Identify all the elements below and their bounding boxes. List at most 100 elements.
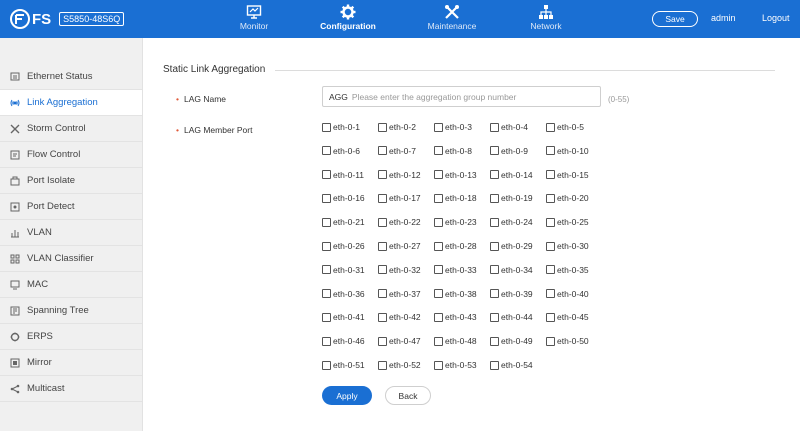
port-checkbox[interactable] [378, 360, 387, 370]
port-checkbox[interactable] [490, 336, 499, 346]
port-checkbox[interactable] [434, 146, 443, 156]
port-checkbox-item[interactable]: eth-0-10 [546, 146, 589, 156]
port-checkbox[interactable] [490, 289, 499, 299]
port-checkbox[interactable] [434, 170, 443, 180]
port-checkbox[interactable] [378, 312, 387, 322]
port-checkbox-item[interactable]: eth-0-43 [434, 312, 477, 322]
port-checkbox-item[interactable]: eth-0-35 [546, 265, 589, 275]
port-checkbox[interactable] [378, 193, 387, 203]
port-checkbox-item[interactable]: eth-0-8 [434, 146, 472, 156]
port-checkbox[interactable] [378, 241, 387, 251]
port-checkbox-item[interactable]: eth-0-6 [322, 146, 360, 156]
port-checkbox-item[interactable]: eth-0-30 [546, 241, 589, 251]
port-checkbox-item[interactable]: eth-0-47 [378, 336, 421, 346]
port-checkbox-item[interactable]: eth-0-46 [322, 336, 365, 346]
port-checkbox[interactable] [546, 312, 555, 322]
sidebar-item-spanning-tree[interactable]: Spanning Tree [0, 298, 142, 324]
nav-configuration[interactable]: Configuration [308, 0, 388, 38]
port-checkbox[interactable] [546, 217, 555, 227]
port-checkbox-item[interactable]: eth-0-2 [378, 122, 416, 132]
port-checkbox[interactable] [490, 312, 499, 322]
port-checkbox[interactable] [322, 336, 331, 346]
port-checkbox-item[interactable]: eth-0-3 [434, 122, 472, 132]
port-checkbox[interactable] [322, 146, 331, 156]
port-checkbox[interactable] [546, 336, 555, 346]
sidebar-item-vlan[interactable]: VLAN [0, 220, 142, 246]
port-checkbox-item[interactable]: eth-0-50 [546, 336, 589, 346]
port-checkbox-item[interactable]: eth-0-5 [546, 122, 584, 132]
port-checkbox-item[interactable]: eth-0-36 [322, 289, 365, 299]
user-name[interactable]: admin [711, 13, 736, 23]
sidebar-item-vlan-classifier[interactable]: VLAN Classifier [0, 246, 142, 272]
port-checkbox[interactable] [434, 312, 443, 322]
port-checkbox[interactable] [322, 265, 331, 275]
port-checkbox-item[interactable]: eth-0-24 [490, 217, 533, 227]
nav-maintenance[interactable]: Maintenance [412, 0, 492, 38]
port-checkbox[interactable] [322, 193, 331, 203]
port-checkbox-item[interactable]: eth-0-38 [434, 289, 477, 299]
port-checkbox-item[interactable]: eth-0-31 [322, 265, 365, 275]
port-checkbox-item[interactable]: eth-0-45 [546, 312, 589, 322]
port-checkbox[interactable] [546, 146, 555, 156]
port-checkbox-item[interactable]: eth-0-29 [490, 241, 533, 251]
sidebar-item-erps[interactable]: ERPS [0, 324, 142, 350]
port-checkbox-item[interactable]: eth-0-4 [490, 122, 528, 132]
port-checkbox[interactable] [434, 336, 443, 346]
port-checkbox-item[interactable]: eth-0-12 [378, 170, 421, 180]
port-checkbox[interactable] [434, 360, 443, 370]
sidebar-item-port-detect[interactable]: Port Detect [0, 194, 142, 220]
lag-name-input[interactable]: AGG Please enter the aggregation group n… [322, 86, 601, 107]
port-checkbox-item[interactable]: eth-0-51 [322, 360, 365, 370]
port-checkbox[interactable] [490, 122, 499, 132]
port-checkbox-item[interactable]: eth-0-14 [490, 170, 533, 180]
port-checkbox[interactable] [434, 193, 443, 203]
port-checkbox-item[interactable]: eth-0-21 [322, 217, 365, 227]
port-checkbox[interactable] [490, 217, 499, 227]
port-checkbox-item[interactable]: eth-0-11 [322, 170, 364, 180]
logout-link[interactable]: Logout [762, 13, 790, 23]
port-checkbox[interactable] [322, 170, 331, 180]
port-checkbox[interactable] [546, 122, 555, 132]
port-checkbox[interactable] [490, 241, 499, 251]
port-checkbox[interactable] [546, 241, 555, 251]
port-checkbox[interactable] [322, 217, 331, 227]
sidebar-item-mac[interactable]: MAC [0, 272, 142, 298]
port-checkbox[interactable] [378, 122, 387, 132]
port-checkbox[interactable] [378, 336, 387, 346]
nav-network[interactable]: Network [506, 0, 586, 38]
port-checkbox-item[interactable]: eth-0-48 [434, 336, 477, 346]
port-checkbox[interactable] [322, 289, 331, 299]
port-checkbox[interactable] [434, 241, 443, 251]
port-checkbox[interactable] [378, 217, 387, 227]
port-checkbox-item[interactable]: eth-0-16 [322, 193, 365, 203]
nav-monitor[interactable]: Monitor [214, 0, 294, 38]
sidebar-item-flow-control[interactable]: Flow Control [0, 142, 142, 168]
port-checkbox[interactable] [434, 265, 443, 275]
port-checkbox-item[interactable]: eth-0-25 [546, 217, 589, 227]
port-checkbox[interactable] [490, 193, 499, 203]
port-checkbox[interactable] [490, 360, 499, 370]
port-checkbox-item[interactable]: eth-0-17 [378, 193, 421, 203]
port-checkbox-item[interactable]: eth-0-40 [546, 289, 589, 299]
port-checkbox[interactable] [490, 170, 499, 180]
port-checkbox-item[interactable]: eth-0-15 [546, 170, 589, 180]
port-checkbox-item[interactable]: eth-0-49 [490, 336, 533, 346]
port-checkbox-item[interactable]: eth-0-44 [490, 312, 533, 322]
port-checkbox[interactable] [322, 122, 331, 132]
port-checkbox[interactable] [434, 122, 443, 132]
port-checkbox-item[interactable]: eth-0-13 [434, 170, 477, 180]
port-checkbox-item[interactable]: eth-0-19 [490, 193, 533, 203]
port-checkbox-item[interactable]: eth-0-52 [378, 360, 421, 370]
sidebar-item-link-aggregation[interactable]: Link Aggregation [0, 90, 142, 116]
sidebar-item-multicast[interactable]: Multicast [0, 376, 142, 402]
apply-button[interactable]: Apply [322, 386, 372, 405]
port-checkbox[interactable] [546, 193, 555, 203]
back-button[interactable]: Back [385, 386, 431, 405]
port-checkbox[interactable] [546, 170, 555, 180]
port-checkbox-item[interactable]: eth-0-20 [546, 193, 589, 203]
sidebar-item-mirror[interactable]: Mirror [0, 350, 142, 376]
port-checkbox-item[interactable]: eth-0-53 [434, 360, 477, 370]
port-checkbox-item[interactable]: eth-0-34 [490, 265, 533, 275]
sidebar-item-port-isolate[interactable]: Port Isolate [0, 168, 142, 194]
port-checkbox[interactable] [378, 289, 387, 299]
